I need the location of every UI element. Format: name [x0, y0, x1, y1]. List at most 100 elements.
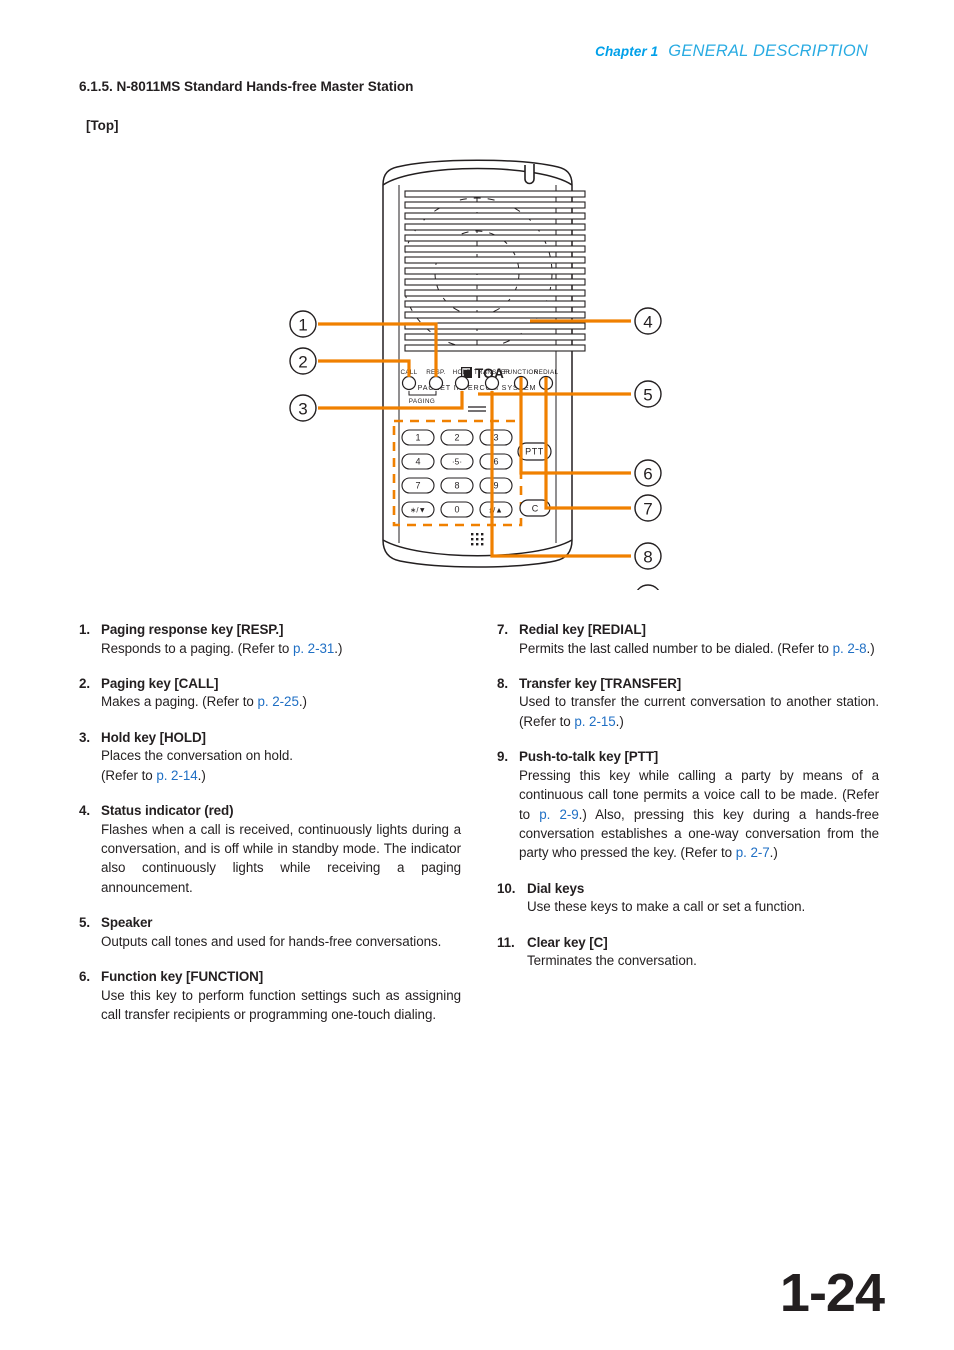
svg-text:0: 0 [454, 505, 459, 515]
description-item-number: 5. [79, 915, 90, 931]
description-item-number: 7. [497, 622, 508, 637]
page-reference-link[interactable]: p. 2-25 [258, 694, 299, 709]
callout-7: 7 [634, 494, 662, 522]
description-item-number: 10. [497, 880, 516, 896]
speaker-grille [404, 190, 586, 352]
svg-text:5: 5 [643, 386, 652, 405]
description-item-body: Makes a paging. (Refer to p. 2-25.) [101, 692, 461, 711]
description-item-number: 2. [79, 675, 90, 691]
page-reference-link[interactable]: p. 2-14 [156, 768, 197, 783]
description-item-body: Flashes when a call is received, continu… [101, 820, 461, 898]
description-item: 3. Hold key [HOLD] Places the conversation… [79, 730, 461, 785]
page-reference-link[interactable]: p. 2-31 [293, 641, 334, 656]
svg-text:8: 8 [643, 548, 652, 567]
description-item: 8. Transfer key [TRANSFER] Used to transfe… [497, 676, 879, 731]
svg-text:PTT: PTT [525, 447, 544, 457]
description-columns: 1. Paging response key [RESP.] Responds to… [79, 622, 879, 1042]
callout-1: 1 [289, 310, 317, 338]
description-item: 7. Redial key [REDIAL] Permits the last ca… [497, 622, 879, 658]
description-item: 4. Status indicator (red) Flashes when a c… [79, 803, 461, 897]
body-text: Use these keys to make a call or set a f… [527, 899, 806, 915]
svg-text:HOLD: HOLD [453, 369, 472, 376]
description-item-heading: 1. Paging response key [RESP.] [79, 622, 461, 637]
body-text: .) [298, 694, 307, 710]
description-item: 6. Function key [FUNCTION] Use this key to… [79, 969, 461, 1024]
description-item: 10. Dial keys Use these keys to make a cal… [497, 881, 879, 917]
svg-text:8: 8 [454, 481, 459, 491]
description-item-heading: 2. Paging key [CALL] [79, 676, 461, 691]
page-reference-link[interactable]: p. 2-9 [539, 807, 578, 822]
description-item-number: 8. [497, 675, 508, 691]
svg-text:2: 2 [454, 433, 459, 443]
description-item-number: 9. [497, 749, 508, 765]
description-item-title: Clear key [C] [527, 934, 608, 950]
description-item: 2. Paging key [CALL] Makes a paging. (Refe… [79, 676, 461, 712]
description-item-number: 4. [79, 803, 90, 819]
description-item-body: Pressing this key while calling a party … [519, 766, 879, 863]
description-item-number: 3. [79, 729, 90, 745]
svg-text:C: C [532, 504, 539, 514]
svg-text:2: 2 [298, 353, 307, 372]
description-item: 9. Push-to-talk key [PTT] Pressing this ke… [497, 749, 879, 863]
description-item: 1. Paging response key [RESP.] Responds to… [79, 622, 461, 658]
callout-5: 5 [634, 380, 662, 408]
callout-6: 6 [634, 459, 662, 487]
callout-9: 9 [636, 584, 660, 591]
description-item-number: 6. [79, 969, 90, 985]
callout-3: 3 [289, 394, 317, 422]
svg-text:3: 3 [493, 433, 498, 443]
body-text: Makes a paging. (Refer to [101, 694, 258, 710]
description-item-body: Responds to a paging. (Refer to p. 2-31.… [101, 639, 461, 658]
device-outline: TOA PACKET INTERCOM SYSTEM CALL RESP. HO… [382, 159, 586, 568]
description-item-title: Function key [FUNCTION] [101, 969, 264, 985]
page-header: Chapter 1 GENERAL DESCRIPTION [595, 42, 868, 61]
description-item: 5. Speaker Outputs call tones and used for… [79, 915, 461, 951]
description-column-left: 1. Paging response key [RESP.] Responds to… [79, 622, 461, 1042]
description-item-title: Speaker [101, 915, 153, 931]
body-text: Use this key to perform function setting… [101, 987, 461, 1023]
svg-text:9: 9 [493, 481, 498, 491]
description-item-heading: 3. Hold key [HOLD] [79, 730, 461, 745]
body-text: Outputs call tones and used for hands-fr… [101, 933, 442, 949]
description-item-heading: 8. Transfer key [TRANSFER] [497, 676, 879, 691]
description-item: 11. Clear key [C] Terminates the conversat… [497, 935, 879, 971]
svg-text:7: 7 [415, 481, 420, 491]
description-item-heading: 7. Redial key [REDIAL] [497, 622, 879, 637]
description-item-title: Paging response key [RESP.] [101, 622, 284, 637]
svg-text:6: 6 [493, 457, 498, 467]
body-text: Terminates the conversation. [527, 953, 697, 969]
page-number: 1-24 [779, 1263, 885, 1323]
description-item-heading: 5. Speaker [79, 915, 461, 930]
device-figure: TOA PACKET INTERCOM SYSTEM CALL RESP. HO… [0, 145, 954, 590]
description-item-title: Dial keys [527, 880, 585, 896]
description-item-heading: 9. Push-to-talk key [PTT] [497, 749, 879, 764]
description-item-title: Redial key [REDIAL] [519, 622, 646, 637]
chapter-title: GENERAL DESCRIPTION [668, 42, 868, 60]
description-item-title: Status indicator (red) [101, 803, 234, 819]
page-reference-link[interactable]: p. 2-7 [736, 845, 770, 860]
description-item-body: Outputs call tones and used for hands-fr… [101, 932, 461, 951]
svg-text:6: 6 [643, 465, 652, 484]
body-text: Used to transfer the current conversatio… [519, 694, 879, 729]
callout-8: 8 [634, 542, 662, 570]
body-text: .) [769, 845, 778, 861]
svg-text:7: 7 [643, 500, 652, 519]
body-text: Permits the last called number to be dia… [519, 640, 833, 656]
chapter-number: Chapter 1 [595, 44, 659, 59]
page-reference-link[interactable]: p. 2-15 [574, 714, 615, 729]
description-item-body: Terminates the conversation. [527, 951, 879, 970]
svg-text:·5·: ·5· [452, 457, 462, 467]
description-item-heading: 11. Clear key [C] [497, 935, 879, 950]
svg-text:PAGING: PAGING [409, 398, 435, 405]
microphone-holes [471, 533, 484, 546]
svg-text:9: 9 [643, 590, 652, 591]
body-text: .) [334, 640, 343, 656]
view-label: [Top] [86, 118, 119, 133]
description-item-heading: 10. Dial keys [497, 881, 879, 896]
description-item-heading: 4. Status indicator (red) [79, 803, 461, 818]
description-item-title: Push-to-talk key [PTT] [519, 749, 659, 765]
description-item-body: Use this key to perform function setting… [101, 986, 461, 1025]
page-reference-link[interactable]: p. 2-8 [833, 641, 867, 656]
section-heading: 6.1.5. N-8011MS Standard Hands-free Mast… [79, 79, 414, 94]
body-text: .) [866, 640, 875, 656]
